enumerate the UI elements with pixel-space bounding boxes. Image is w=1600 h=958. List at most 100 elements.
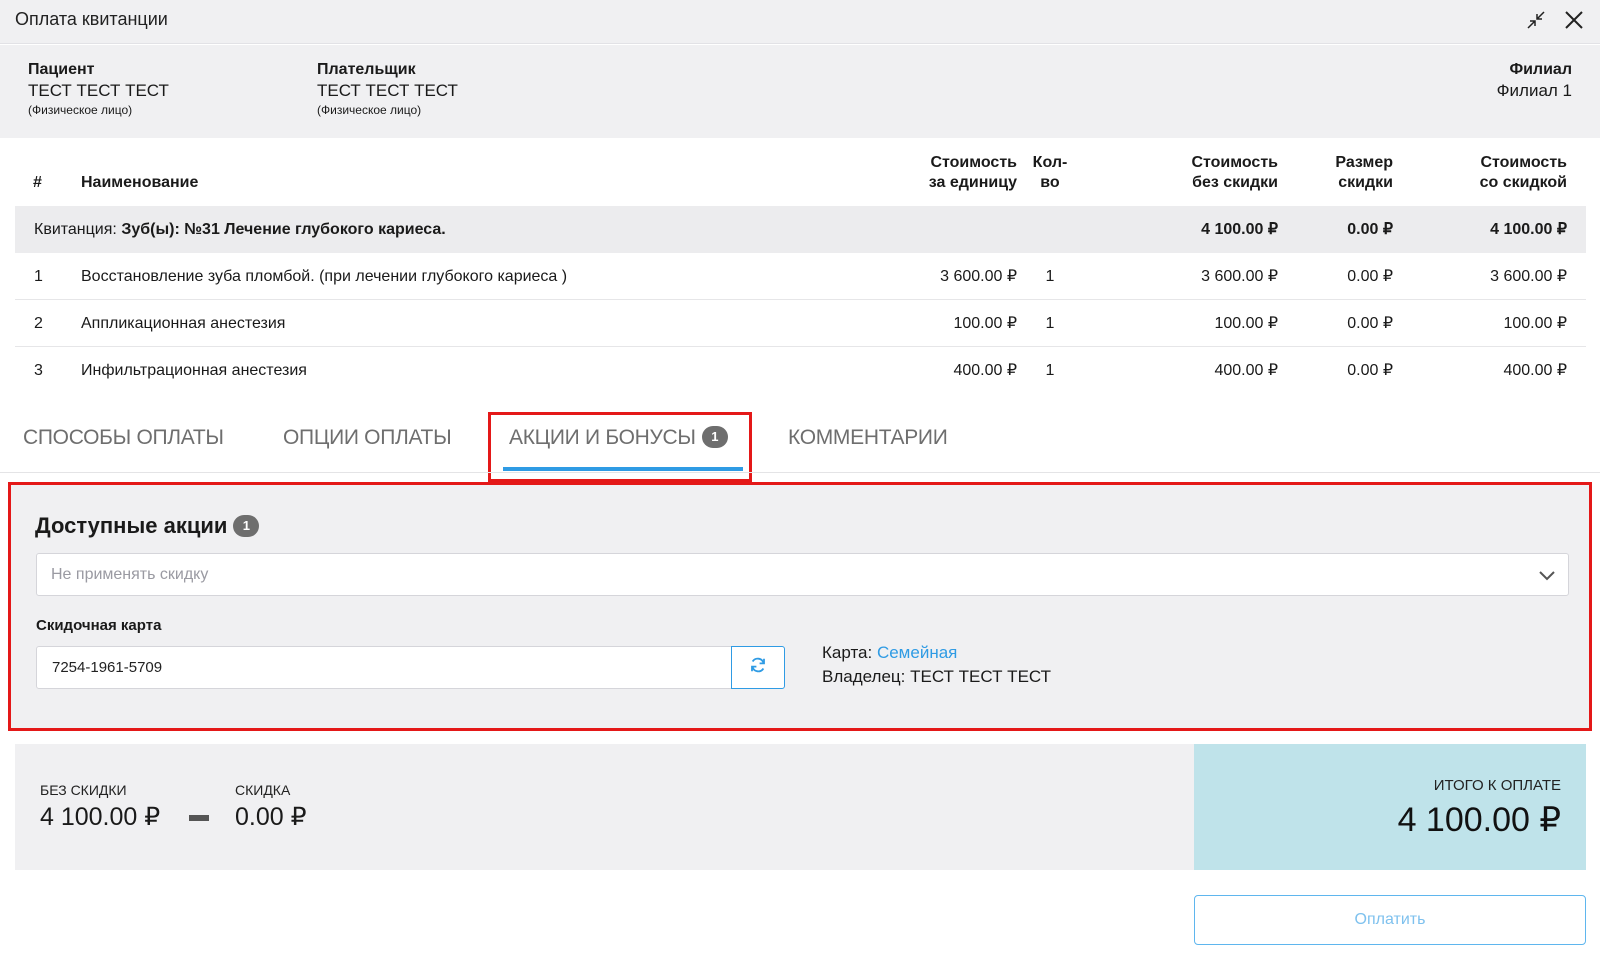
promo-select[interactable]: Не применять скидку bbox=[36, 553, 1569, 596]
row-no-discount: 100.00 ₽ bbox=[1214, 315, 1278, 332]
window-title: Оплата квитанции bbox=[15, 9, 168, 29]
row-qty: 1 bbox=[1045, 315, 1055, 332]
row-qty: 1 bbox=[1045, 268, 1055, 285]
available-promos-title: Доступные акции 1 bbox=[35, 513, 260, 539]
chevron-down-icon bbox=[1538, 568, 1556, 586]
discount-card-label: Скидочная карта bbox=[36, 617, 162, 634]
group-prefix: Квитанция: bbox=[34, 221, 117, 238]
header-no-discount: Стоимость без скидки bbox=[1191, 153, 1278, 193]
refresh-card-button[interactable] bbox=[731, 646, 785, 689]
receipt-group-row: Квитанция: Зуб(ы): №31 Лечение глубокого… bbox=[15, 206, 1586, 253]
branch-info: Филиал Филиал 1 bbox=[1497, 60, 1572, 102]
row-with-discount: 3 600.00 ₽ bbox=[1490, 268, 1567, 285]
row-name: Аппликационная анестезия bbox=[81, 315, 286, 332]
row-unit-price: 3 600.00 ₽ bbox=[940, 268, 1017, 285]
header-with-discount-line2: со скидкой bbox=[1479, 174, 1567, 191]
row-with-discount: 100.00 ₽ bbox=[1503, 315, 1567, 332]
row-num: 1 bbox=[34, 268, 43, 285]
group-discount: 0.00 ₽ bbox=[1347, 221, 1393, 238]
row-qty: 1 bbox=[1045, 362, 1055, 379]
row-discount: 0.00 ₽ bbox=[1347, 315, 1393, 332]
header-qty-line2: во bbox=[1040, 174, 1060, 191]
promos-panel: Доступные акции 1 Не применять скидку Ски… bbox=[8, 482, 1592, 731]
available-promos-badge: 1 bbox=[233, 515, 260, 537]
promo-select-value: Не применять скидку bbox=[51, 566, 209, 583]
refresh-icon bbox=[749, 656, 767, 679]
group-title: Квитанция: Зуб(ы): №31 Лечение глубокого… bbox=[34, 206, 446, 253]
services-table: # Наименование Стоимость за единицу Кол-… bbox=[15, 148, 1586, 394]
header-name: Наименование bbox=[81, 174, 199, 191]
row-unit-price: 400.00 ₽ bbox=[953, 362, 1017, 379]
header-unit-price-line1: Стоимость bbox=[930, 154, 1017, 171]
table-row: 1 Восстановление зуба пломбой. (при лече… bbox=[15, 253, 1586, 300]
table-header: # Наименование Стоимость за единицу Кол-… bbox=[15, 148, 1586, 206]
group-name: Зуб(ы): №31 Лечение глубокого кариеса. bbox=[121, 221, 446, 238]
card-owner-line: Владелец: ТЕСТ ТЕСТ ТЕСТ bbox=[822, 665, 1051, 689]
branch-label: Филиал bbox=[1509, 61, 1572, 78]
card-owner-label: Владелец: bbox=[822, 667, 906, 686]
row-no-discount: 3 600.00 ₽ bbox=[1201, 268, 1278, 285]
total-to-pay-label: ИТОГО К ОПЛАТЕ bbox=[1433, 777, 1561, 794]
payment-tabs: СПОСОБЫ ОПЛАТЫ ОПЦИИ ОПЛАТЫ АКЦИИ И БОНУ… bbox=[0, 412, 1600, 482]
discount-summary-label: СКИДКА bbox=[235, 782, 291, 798]
header-num: # bbox=[33, 174, 42, 191]
header-with-discount: Стоимость со скидкой bbox=[1480, 153, 1567, 193]
group-with-discount: 4 100.00 ₽ bbox=[1490, 221, 1567, 238]
no-discount-summary-label: БЕЗ СКИДКИ bbox=[40, 782, 127, 798]
table-row: 2 Аппликационная анестезия 100.00 ₽ 1 10… bbox=[15, 300, 1586, 347]
total-to-pay-value: 4 100.00 ₽ bbox=[1397, 801, 1561, 839]
header-no-discount-line2: без скидки bbox=[1192, 174, 1278, 191]
header-with-discount-line1: Стоимость bbox=[1480, 154, 1567, 171]
card-type-label: Карта: bbox=[822, 643, 873, 662]
group-no-discount: 4 100.00 ₽ bbox=[1201, 221, 1278, 238]
header-discount-line2: скидки bbox=[1338, 174, 1393, 191]
header-no-discount-line1: Стоимость bbox=[1191, 154, 1278, 171]
discount-card-input[interactable] bbox=[36, 646, 732, 689]
no-discount-summary-value: 4 100.00 ₽ bbox=[40, 803, 161, 831]
row-with-discount: 400.00 ₽ bbox=[1503, 362, 1567, 379]
payer-info: Плательщик ТЕСТ ТЕСТ ТЕСТ (Физическое ли… bbox=[317, 60, 458, 118]
header-discount-line1: Размер bbox=[1335, 154, 1393, 171]
row-unit-price: 100.00 ₽ bbox=[953, 315, 1017, 332]
payer-label: Плательщик bbox=[317, 61, 416, 78]
row-discount: 0.00 ₽ bbox=[1347, 268, 1393, 285]
card-type-link[interactable]: Семейная bbox=[877, 643, 957, 662]
patient-label: Пациент bbox=[28, 61, 95, 78]
header-unit-price: Стоимость за единицу bbox=[929, 153, 1017, 193]
patient-name: ТЕСТ ТЕСТ ТЕСТ bbox=[28, 81, 169, 100]
header-qty: Кол- во bbox=[1015, 153, 1085, 193]
row-no-discount: 400.00 ₽ bbox=[1214, 362, 1278, 379]
payer-type: (Физическое лицо) bbox=[317, 103, 422, 117]
patient-type: (Физическое лицо) bbox=[28, 103, 133, 117]
header-unit-price-line2: за единицу bbox=[928, 174, 1017, 191]
close-icon[interactable] bbox=[1560, 6, 1588, 34]
row-discount: 0.00 ₽ bbox=[1347, 362, 1393, 379]
minus-sign bbox=[189, 815, 209, 821]
tab-payment-options[interactable]: ОПЦИИ ОПЛАТЫ bbox=[283, 426, 452, 450]
card-type-line: Карта: Семейная bbox=[822, 641, 1051, 665]
discount-summary-value: 0.00 ₽ bbox=[235, 803, 307, 831]
branch-name: Филиал 1 bbox=[1496, 81, 1572, 100]
header-discount: Размер скидки bbox=[1335, 153, 1393, 193]
row-name: Инфильтрационная анестезия bbox=[81, 362, 307, 379]
payer-name: ТЕСТ ТЕСТ ТЕСТ bbox=[317, 81, 458, 100]
card-info: Карта: Семейная Владелец: ТЕСТ ТЕСТ ТЕСТ bbox=[822, 641, 1051, 689]
collapse-arrows-icon[interactable] bbox=[1522, 6, 1550, 34]
total-to-pay: ИТОГО К ОПЛАТЕ 4 100.00 ₽ bbox=[1194, 744, 1586, 870]
row-num: 2 bbox=[34, 315, 43, 332]
row-name: Восстановление зуба пломбой. (при лечени… bbox=[81, 268, 568, 285]
title-bar: Оплата квитанции bbox=[0, 0, 1600, 44]
patient-info: Пациент ТЕСТ ТЕСТ ТЕСТ (Физическое лицо) bbox=[28, 60, 169, 118]
available-promos-label: Доступные акции bbox=[35, 513, 228, 538]
receipt-info: Пациент ТЕСТ ТЕСТ ТЕСТ (Физическое лицо)… bbox=[0, 45, 1600, 138]
no-discount-summary: БЕЗ СКИДКИ 4 100.00 ₽ bbox=[40, 782, 160, 832]
header-qty-line1: Кол- bbox=[1032, 154, 1068, 171]
card-owner-value: ТЕСТ ТЕСТ ТЕСТ bbox=[910, 667, 1051, 686]
tab-payment-methods[interactable]: СПОСОБЫ ОПЛАТЫ bbox=[23, 426, 224, 450]
tab-comments[interactable]: КОММЕНТАРИИ bbox=[788, 426, 948, 450]
pay-button[interactable]: Оплатить bbox=[1194, 895, 1586, 945]
discount-summary: СКИДКА 0.00 ₽ bbox=[235, 782, 307, 832]
table-row: 3 Инфильтрационная анестезия 400.00 ₽ 1 … bbox=[15, 347, 1586, 394]
tabs-divider bbox=[0, 472, 1600, 473]
row-num: 3 bbox=[34, 362, 43, 379]
